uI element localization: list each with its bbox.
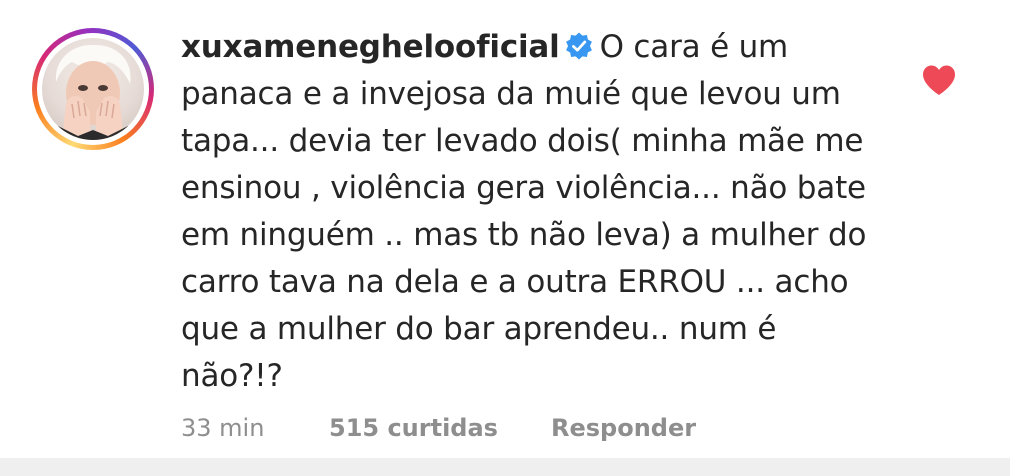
avatar[interactable] <box>42 38 144 140</box>
avatar-frame <box>37 33 149 145</box>
comment-likes-count[interactable]: 515 curtidas <box>329 414 551 442</box>
comment-username[interactable]: xuxameneghelooficial <box>181 29 560 65</box>
comment-meta: 33 min 515 curtidas Responder <box>181 414 696 442</box>
heart-filled-icon[interactable] <box>921 64 957 96</box>
reply-button[interactable]: Responder <box>551 414 696 442</box>
verified-badge-icon <box>565 32 592 60</box>
divider-strip <box>0 458 1010 476</box>
comment-timestamp: 33 min <box>181 414 265 442</box>
avatar-portrait-icon <box>42 44 144 140</box>
comment-text: O cara é um panaca e a invejosa da muié … <box>181 29 867 394</box>
avatar-story-ring[interactable] <box>32 28 154 150</box>
comment-body: xuxameneghelooficial O cara é um panaca … <box>181 24 881 400</box>
comment: xuxameneghelooficial O cara é um panaca … <box>0 0 1010 458</box>
